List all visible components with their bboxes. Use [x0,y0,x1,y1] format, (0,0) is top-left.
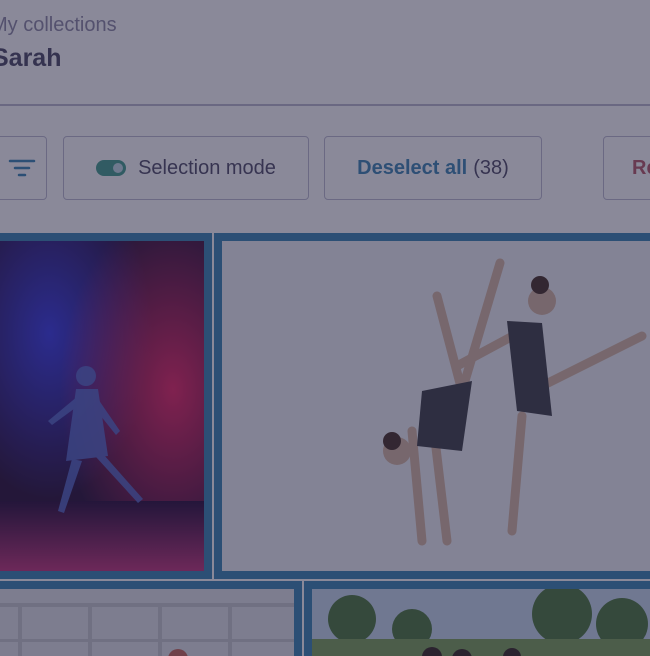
remove-button-label: Re [632,156,650,179]
selection-mode-toggle[interactable]: Selection mode [63,136,309,200]
breadcrumb[interactable]: My collections [0,14,117,37]
photo-outdoor-fence [0,589,294,656]
photo-tile-gymnasts[interactable] [214,233,650,579]
divider [0,104,650,106]
filter-icon [8,159,35,177]
photo-dancer-smoke [0,241,204,571]
photo-tile-outdoor-group[interactable] [304,581,650,656]
photo-tile-outdoor-fence[interactable] [0,581,302,656]
selected-count: (38) [473,156,509,179]
selection-mode-label: Selection mode [138,156,276,179]
toggle-switch-icon[interactable] [96,160,127,176]
photo-gymnasts [222,241,650,571]
collection-page: My collections Sarah Selection mode Dese… [0,0,650,656]
deselect-all-label: Deselect all [357,156,468,179]
remove-button[interactable]: Re [603,136,650,200]
filter-button[interactable] [0,136,47,200]
deselect-all-button[interactable]: Deselect all (38) [324,136,542,200]
page-title: Sarah [0,44,62,72]
photo-outdoor-group [312,589,650,656]
photo-tile-dancer[interactable] [0,233,212,579]
